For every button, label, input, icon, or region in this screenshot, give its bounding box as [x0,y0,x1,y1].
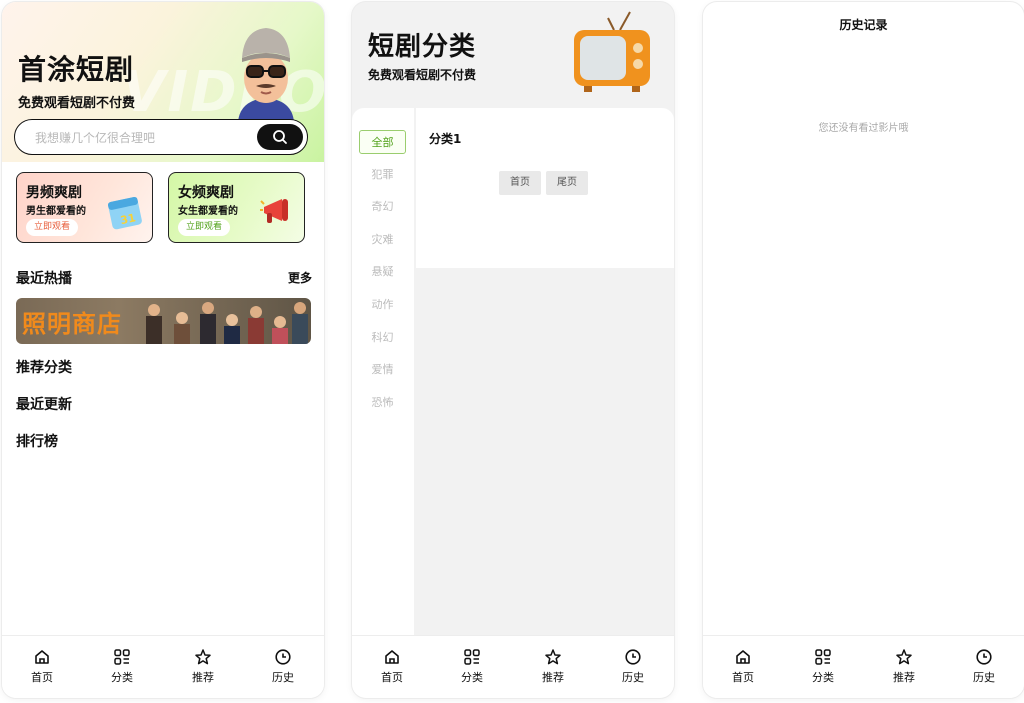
home-icon [35,650,49,664]
tab-home-label: 首页 [732,671,754,684]
clock-icon [625,649,641,665]
featured-banner[interactable]: 照明商店 [16,298,311,344]
recent-hot-heading: 最近热播 [16,271,72,287]
ranking-heading: 排行榜 [16,434,58,450]
category-list: 全部 犯罪 奇幻 灾难 悬疑 动作 科幻 爱情 恐怖 [352,108,414,638]
category-item-fantasy[interactable]: 奇幻 [359,195,406,219]
tab-recommend[interactable]: 推荐 [879,648,929,685]
tab-history-label: 历史 [272,671,294,684]
category-item-romance[interactable]: 爱情 [359,358,406,382]
tv-illustration [574,11,650,92]
recent-updates-heading: 最近更新 [16,397,72,413]
tab-recommend[interactable]: 推荐 [528,648,578,685]
category-item-disaster[interactable]: 灾难 [359,228,406,252]
tab-recommend-label: 推荐 [192,671,214,684]
tab-home[interactable]: 首页 [367,648,417,685]
tab-home-label: 首页 [381,671,403,684]
bottom-tab-bar: 首页 分类 推荐 历史 [703,635,1024,698]
history-screen: 历史记录 您还没有看过影片哦 首页 分类 推荐 历史 [703,2,1024,698]
last-page-button[interactable]: 尾页 [546,171,588,195]
tab-history-label: 历史 [622,671,644,684]
bottom-tab-bar: 首页 分类 推荐 历史 [352,635,674,698]
tab-home[interactable]: 首页 [17,648,67,685]
category-panel: 全部 犯罪 奇幻 灾难 悬疑 动作 科幻 爱情 恐怖 分类1 首页 尾页 [352,108,674,638]
category-item-action[interactable]: 动作 [359,293,406,317]
category-section-title: 分类1 [429,132,462,146]
tab-recommend[interactable]: 推荐 [178,648,228,685]
search-placeholder: 我想赚几个亿很合理吧 [35,131,156,145]
home-screen: VIDEO 首涂短剧 免费观看短剧不付费 我想赚几个亿很合理吧 男频爽剧 男生都… [2,2,324,698]
promo-male-card[interactable]: 男频爽剧 男生都爱看的 立即观看 31 [16,172,153,243]
promo-female-title: 女频爽剧 [178,185,234,201]
megaphone-icon [260,199,288,223]
category-content: 分类1 首页 尾页 [416,108,674,268]
home-icon [385,650,399,664]
tab-history[interactable]: 历史 [959,648,1009,685]
tab-history[interactable]: 历史 [608,648,658,685]
recommended-heading: 推荐分类 [16,360,72,376]
tab-category-label: 分类 [111,671,133,684]
tab-category-label: 分类 [461,671,483,684]
grid-icon [114,649,130,665]
app-subtitle: 免费观看短剧不付费 [18,96,136,111]
category-item-scifi[interactable]: 科幻 [359,326,406,350]
promo-male-title: 男频爽剧 [26,185,82,201]
app-title: 首涂短剧 [18,53,135,86]
history-page-title: 历史记录 [839,18,888,32]
clock-icon [976,649,992,665]
promo-female-subtitle: 女生都爱看的 [178,206,238,217]
tab-category[interactable]: 分类 [97,648,147,685]
category-page-title: 短剧分类 [368,32,477,62]
promo-female-card[interactable]: 女频爽剧 女生都爱看的 立即观看 [168,172,305,243]
banner-title: 照明商店 [22,310,122,338]
grid-icon [815,649,831,665]
star-icon [545,649,561,665]
category-item-mystery[interactable]: 悬疑 [359,260,406,284]
clock-icon [275,649,291,665]
star-icon [195,649,211,665]
search-bar[interactable]: 我想赚几个亿很合理吧 [14,119,308,155]
category-screen: 短剧分类 免费观看短剧不付费 全部 犯罪 奇幻 灾难 悬疑 动作 科幻 爱情 恐… [352,2,674,698]
tab-recommend-label: 推荐 [893,671,915,684]
home-icon [736,650,750,664]
promo-male-subtitle: 男生都爱看的 [26,206,86,217]
tab-recommend-label: 推荐 [542,671,564,684]
tab-category-label: 分类 [812,671,834,684]
tab-home[interactable]: 首页 [718,648,768,685]
category-item-all[interactable]: 全部 [359,130,406,154]
category-item-crime[interactable]: 犯罪 [359,163,406,187]
bottom-tab-bar: 首页 分类 推荐 历史 [2,635,324,698]
history-empty-message: 您还没有看过影片哦 [818,123,909,134]
category-item-horror[interactable]: 恐怖 [359,391,406,415]
grid-icon [464,649,480,665]
calendar-icon: 31 [107,196,142,230]
tab-category[interactable]: 分类 [798,648,848,685]
search-button[interactable] [257,124,303,150]
tab-home-label: 首页 [31,671,53,684]
tab-category[interactable]: 分类 [447,648,497,685]
banner-cast-image [146,302,308,344]
star-icon [896,649,912,665]
promo-female-watch-button[interactable]: 立即观看 [178,219,230,236]
category-page-subtitle: 免费观看短剧不付费 [368,68,477,82]
promo-male-watch-button[interactable]: 立即观看 [26,219,78,236]
tab-history[interactable]: 历史 [258,648,308,685]
more-link[interactable]: 更多 [288,269,312,286]
avatar-illustration [238,28,294,122]
first-page-button[interactable]: 首页 [499,171,541,195]
search-icon [273,130,287,144]
tab-history-label: 历史 [973,671,995,684]
